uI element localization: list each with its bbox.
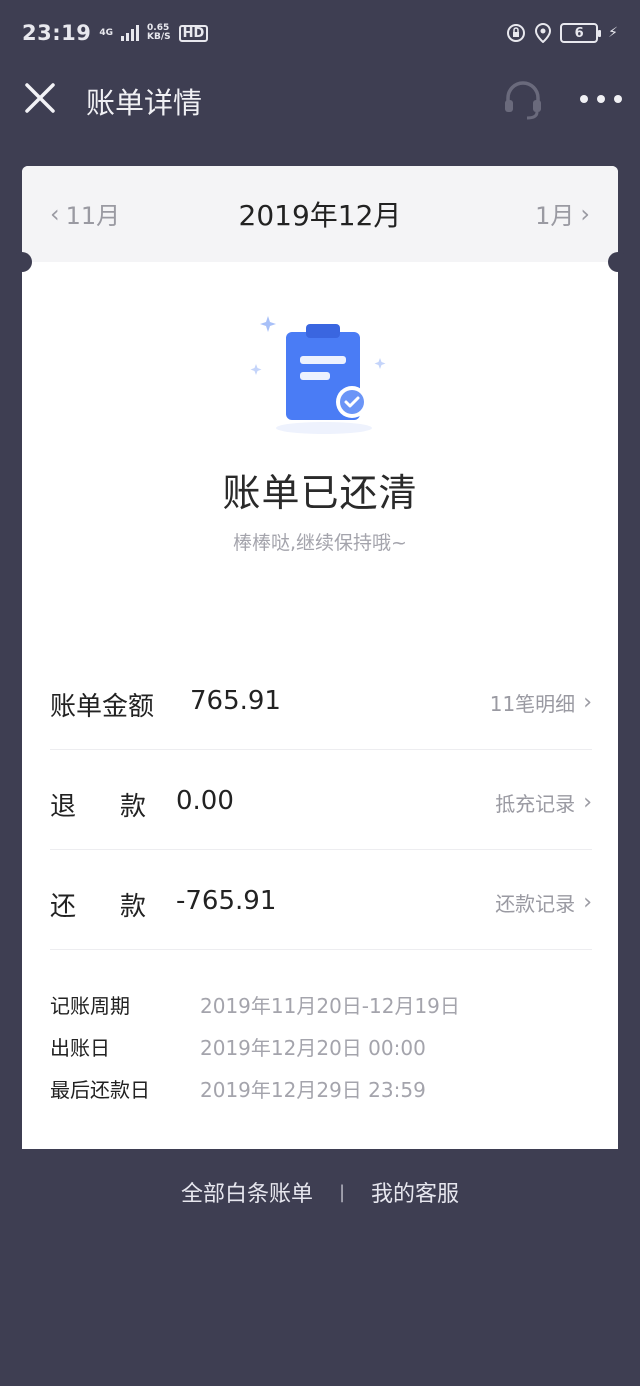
signal-icon (121, 25, 140, 41)
month-navigator: ‹ 11月 2019年12月 1月 › (22, 166, 618, 262)
due-date-value: 2019年12月29日 23:59 (200, 1078, 426, 1102)
refund-label-a: 退 (50, 792, 77, 822)
chevron-right-icon: › (583, 890, 592, 915)
footer-separator: | (338, 1181, 346, 1203)
status-left: 23:19 4G 0.65 KB/S HD (22, 21, 209, 45)
statement-date-value: 2019年12月20日 00:00 (200, 1036, 426, 1060)
status-bar: 23:19 4G 0.65 KB/S HD 6 ⚡ (0, 0, 640, 66)
current-month: 2019年12月 (238, 199, 402, 232)
repayment-label-a: 还 (50, 892, 77, 922)
page-title: 账单详情 (86, 86, 203, 120)
location-icon (535, 23, 552, 43)
net-type: 4G (99, 27, 114, 38)
lock-rotation-icon (507, 24, 526, 42)
close-icon (25, 83, 55, 113)
title-bar: 账单详情 (0, 66, 640, 132)
more-button[interactable] (580, 84, 622, 114)
bill-status-subtitle: 棒棒哒,继续保持哦~ (233, 532, 407, 554)
bill-amount-label: 账单金额 (50, 692, 155, 722)
card-notch-right (608, 252, 628, 272)
bill-status-title: 账单已还清 (222, 471, 418, 515)
repayment-label-b: 款 (120, 892, 147, 922)
bill-card: ‹ 11月 2019年12月 1月 › 账单已还清 棒棒哒,继续保持哦~ 账单金… (12, 166, 628, 1149)
statement-date-label: 出账日 (50, 1036, 110, 1060)
billing-period-value: 2019年11月20日-12月19日 (200, 994, 460, 1018)
network-indicator: 4G (99, 27, 114, 38)
more-dot-icon (580, 95, 588, 103)
bill-cleared-icon (250, 316, 386, 434)
more-dot-icon (614, 95, 622, 103)
bill-details-link[interactable]: 11笔明细 › (490, 688, 592, 717)
next-month-label: 1月 (535, 202, 575, 230)
next-month-button[interactable]: 1月 › (535, 196, 590, 231)
headset-icon (505, 81, 541, 120)
battery-level: 6 (574, 25, 584, 41)
repayment-records-link[interactable]: 还款记录 › (495, 888, 592, 917)
offset-records-link-label: 抵充记录 (495, 792, 576, 816)
bill-amount-row[interactable]: 账单金额 765.91 11笔明细 › (50, 660, 592, 750)
repayment-value: -765.91 (176, 886, 277, 916)
repayment-row[interactable]: 还 款 -765.91 还款记录 › (50, 860, 592, 950)
offset-records-link[interactable]: 抵充记录 › (495, 788, 592, 817)
status-time: 23:19 (22, 21, 92, 45)
net-speed-unit: KB/S (147, 32, 171, 42)
hd-badge: HD (178, 24, 209, 42)
chevron-right-icon: › (583, 690, 592, 715)
card-notch-left (12, 252, 32, 272)
chevron-right-icon: › (580, 199, 590, 228)
bill-amount-value: 765.91 (190, 686, 281, 716)
net-speed: 0.65 KB/S (147, 24, 171, 42)
all-bills-link[interactable]: 全部白条账单 (181, 1176, 313, 1208)
repayment-records-link-label: 还款记录 (495, 892, 576, 916)
refund-label-b: 款 (120, 792, 147, 822)
bill-details-link-label: 11笔明细 (489, 692, 576, 716)
refund-value: 0.00 (176, 786, 234, 816)
charging-icon: ⚡ (608, 25, 618, 41)
more-dot-icon (597, 95, 605, 103)
customer-service-button[interactable] (500, 76, 546, 122)
due-date-label: 最后还款日 (50, 1078, 150, 1102)
chevron-right-icon: › (583, 790, 592, 815)
refund-row[interactable]: 退 款 0.00 抵充记录 › (50, 760, 592, 850)
my-customer-service-link[interactable]: 我的客服 (371, 1176, 459, 1208)
billing-period-label: 记账周期 (50, 994, 130, 1018)
battery-icon: 6 (560, 23, 602, 43)
status-right: 6 ⚡ (506, 23, 618, 43)
close-button[interactable] (22, 80, 58, 116)
footer-links: 全部白条账单 | 我的客服 (0, 1172, 640, 1212)
